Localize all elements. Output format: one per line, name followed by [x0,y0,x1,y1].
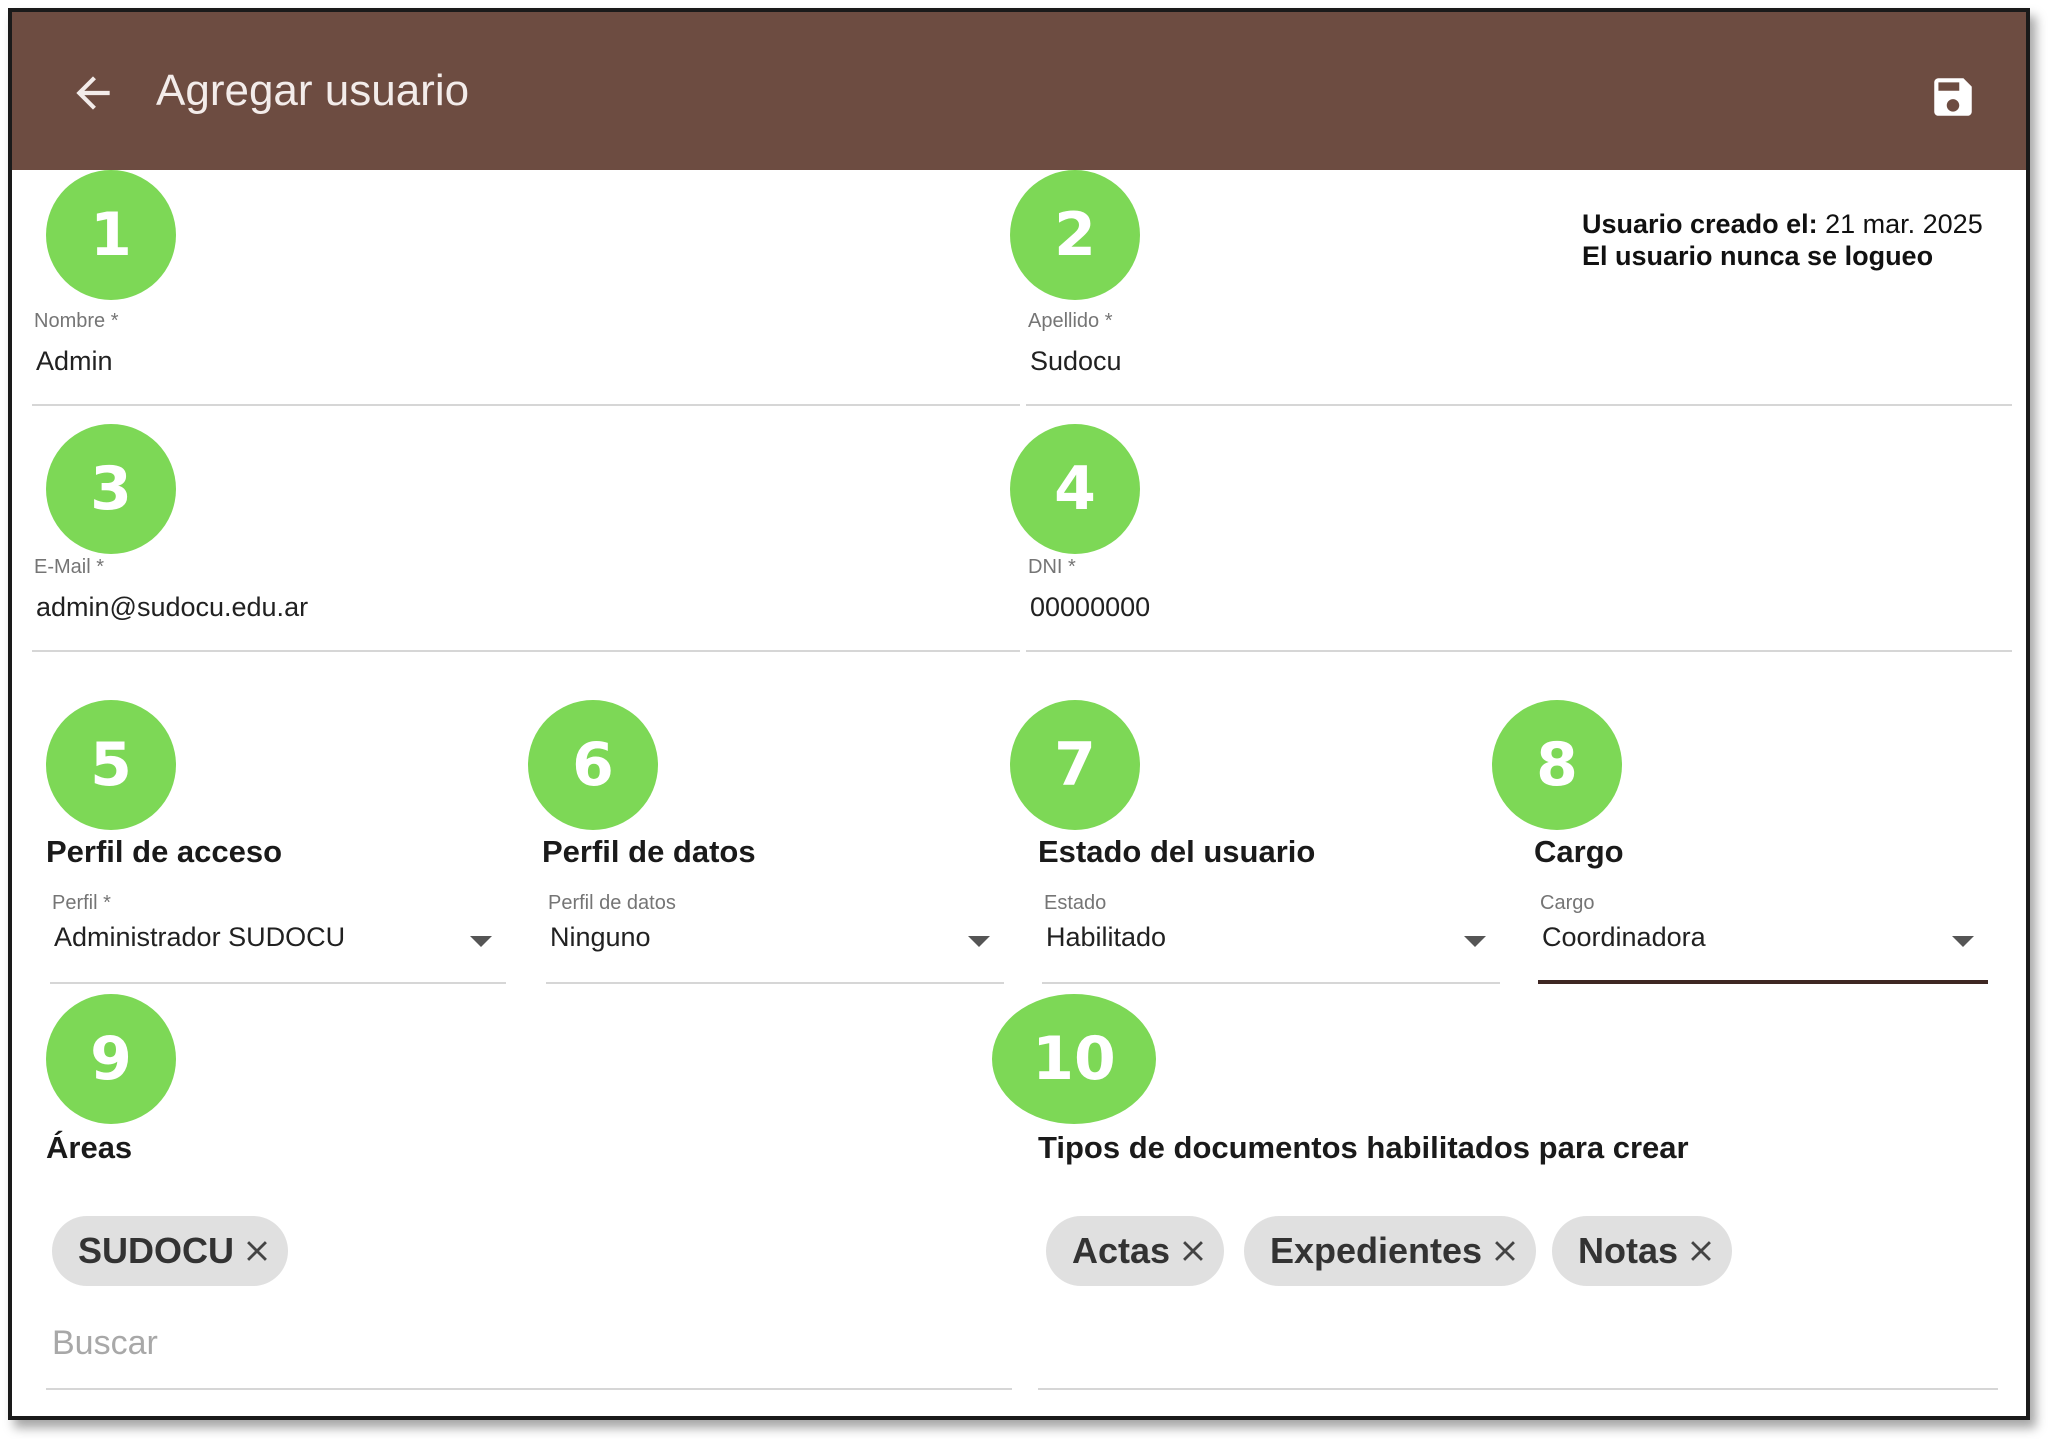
close-icon[interactable] [1176,1234,1210,1268]
chevron-down-icon[interactable] [470,936,492,947]
step-badge-6: 6 [528,700,658,830]
chevron-down-icon[interactable] [968,936,990,947]
dni-underline [1026,650,2012,652]
apellido-label: Apellido * [1028,310,1113,332]
cargo-select-label: Cargo [1540,892,1595,914]
step-badge-5: 5 [46,700,176,830]
created-label: Usuario creado el: [1582,209,1818,239]
perfil-select-value: Administrador SUDOCU [54,922,346,952]
step-badge-2: 2 [1010,170,1140,300]
chip-label: SUDOCU [78,1230,235,1271]
cargo-title: Cargo [1534,834,1624,869]
chip-label: Notas [1578,1230,1679,1271]
dni-field[interactable]: DNI * [1026,556,2012,652]
chip-label: Expedientes [1270,1230,1483,1271]
areas-title: Áreas [46,1130,133,1165]
chevron-down-icon[interactable] [1464,936,1486,947]
estado-select-label: Estado [1044,892,1107,914]
arrow-left-icon[interactable] [68,68,118,118]
email-label: E-Mail * [34,556,105,578]
perfil-select-underline [50,982,506,984]
perfil-datos-select-label: Perfil de datos [548,892,676,914]
nombre-input[interactable] [36,346,926,377]
email-input[interactable] [36,592,926,623]
email-underline [32,650,1020,652]
perfil-select-label: Perfil * [52,892,111,914]
area-chip: SUDOCU [52,1216,289,1286]
tipo-chip: Notas [1552,1216,1733,1286]
nombre-label: Nombre * [34,310,119,332]
close-icon[interactable] [1684,1234,1718,1268]
created-value: 21 mar. 2025 [1825,209,1983,239]
estado-select-value: Habilitado [1046,922,1167,952]
user-info: Usuario creado el: 21 mar. 2025 El usuar… [1582,208,1983,272]
step-badge-8: 8 [1492,700,1622,830]
cargo-select-value: Coordinadora [1542,922,1706,952]
dni-label: DNI * [1028,556,1076,578]
step-badge-10: 10 [992,994,1156,1124]
dni-input[interactable] [1030,592,1918,623]
perfil-select[interactable]: Perfil * Administrador SUDOCU [50,892,506,984]
floppy-disk-icon[interactable] [1928,72,1978,122]
chevron-down-icon[interactable] [1952,936,1974,947]
perfil-datos-select[interactable]: Perfil de datos Ninguno [546,892,1004,984]
nombre-field[interactable]: Nombre * [32,310,1020,406]
apellido-input[interactable] [1030,346,1918,377]
estado-select[interactable]: Estado Habilitado [1042,892,1500,984]
cargo-select-underline [1538,980,1988,984]
tipos-underline [1038,1388,1998,1390]
app-window: Agregar usuario Usuario creado el: 21 ma… [8,8,2030,1420]
close-icon[interactable] [1488,1234,1522,1268]
perfil-datos-select-underline [546,982,1004,984]
tipos-title: Tipos de documentos habilitados para cre… [1038,1130,1689,1165]
apellido-field[interactable]: Apellido * [1026,310,2012,406]
tipo-chip: Expedientes [1244,1216,1537,1286]
nombre-underline [32,404,1020,406]
email-field[interactable]: E-Mail * [32,556,1020,652]
step-badge-9: 9 [46,994,176,1124]
cargo-select[interactable]: Cargo Coordinadora [1538,892,1988,984]
step-badge-3: 3 [46,424,176,554]
chip-label: Actas [1072,1230,1171,1271]
apellido-underline [1026,404,2012,406]
estado-select-underline [1042,982,1500,984]
close-icon[interactable] [240,1234,274,1268]
login-status: El usuario nunca se logueo [1582,241,1934,271]
areas-search-input[interactable] [52,1318,1012,1368]
estado-title: Estado del usuario [1038,834,1316,869]
perfil-datos-select-value: Ninguno [550,922,651,952]
perfil-datos-title: Perfil de datos [542,834,756,869]
areas-search-underline [46,1388,1012,1390]
page-title: Agregar usuario [156,66,470,115]
step-badge-1: 1 [46,170,176,300]
app-bar: Agregar usuario [12,12,2026,170]
tipo-chip: Actas [1046,1216,1225,1286]
step-badge-7: 7 [1010,700,1140,830]
step-badge-4: 4 [1010,424,1140,554]
perfil-acceso-title: Perfil de acceso [46,834,283,869]
